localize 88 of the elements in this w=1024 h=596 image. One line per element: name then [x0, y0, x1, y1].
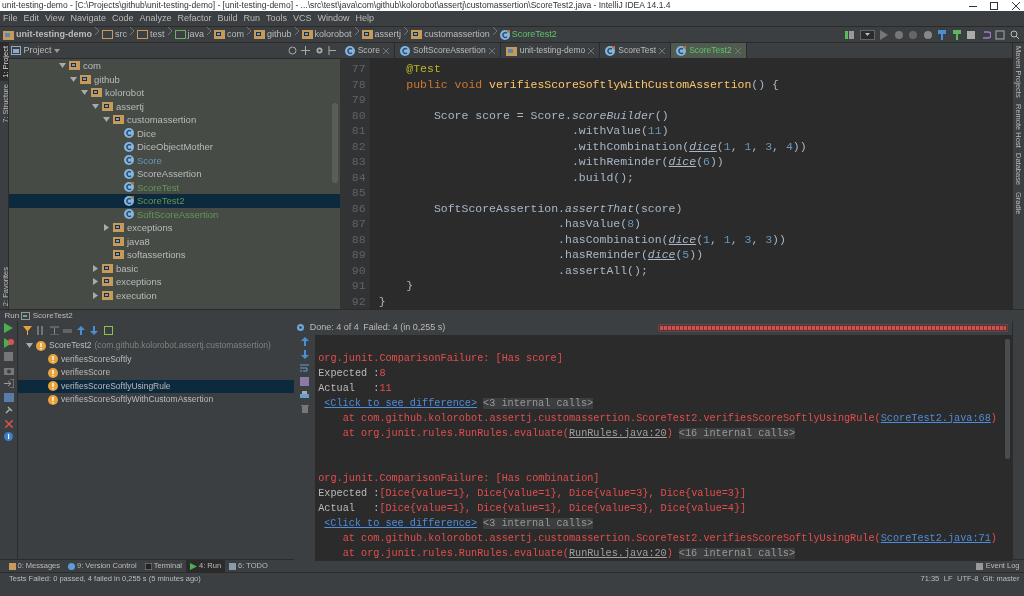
tree-item[interactable]: kolorobot: [9, 86, 340, 100]
menu-item[interactable]: Run: [240, 11, 263, 26]
menu-item[interactable]: Edit: [20, 11, 43, 26]
console-line: at com.github.kolorobot.assertj.customassertion.ScoreTest2.verifiesScoreSoftlyUsingRule(ScoreTest2.java:68): [341, 411, 998, 426]
tree-item[interactable]: Dice: [9, 126, 340, 140]
console-line: at org.junit.rules.RunRules.evaluate(RunRules.java:20) <16 internal calls>: [341, 546, 797, 561]
breadcrumb[interactable]: java: [171, 27, 208, 42]
source-link[interactable]: RunRules.java:20: [568, 427, 667, 439]
code-line: }: [405, 278, 415, 294]
breadcrumb[interactable]: com: [211, 27, 248, 42]
code-line: .withReminder(dice(6)): [570, 154, 725, 170]
code-line: public void verifiesScoreSoftlyWithCustomAssertion() {: [405, 76, 780, 93]
panel-title[interactable]: Project: [23, 43, 52, 58]
test-item[interactable]: verifiesScore: [18, 366, 294, 380]
menu-item[interactable]: Window: [314, 11, 353, 26]
test-item[interactable]: verifiesScoreSoftly: [18, 352, 294, 366]
tree-item[interactable]: com: [9, 59, 340, 73]
test-item[interactable]: ScoreTest2 (com.github.kolorobot.assertj.customassertion): [18, 339, 294, 353]
code-line: SoftScoreAssertion.assertThat(score): [432, 200, 684, 217]
test-item[interactable]: verifiesScoreSoftlyUsingRule: [18, 379, 294, 393]
console-line: at org.junit.rules.RunRules.evaluate(RunRules.java:20) <16 internal calls>: [341, 426, 797, 441]
menu-item[interactable]: File: [0, 11, 21, 26]
breadcrumb[interactable]: unit-testing-demo: [0, 27, 95, 42]
run-summary: Done: 4 of 4: [309, 321, 359, 334]
folded-calls[interactable]: <16 internal calls>: [678, 427, 796, 439]
console-line: Expected :[Dice{value=1}, Dice{value=1}, Dice{value=3}, Dice{value=3}]: [318, 486, 748, 501]
tree-item[interactable]: DiceObjectMother: [9, 140, 340, 154]
breadcrumb[interactable]: src: [99, 27, 130, 42]
code-line: .hasValue(8): [557, 216, 642, 232]
console-line: Actual :11: [318, 381, 393, 396]
menu-item[interactable]: Tools: [263, 11, 291, 26]
breadcrumb[interactable]: test: [134, 27, 168, 42]
menu-item[interactable]: Help: [352, 11, 378, 26]
source-link[interactable]: RunRules.java:20: [568, 547, 667, 559]
editor-tab[interactable]: unit-testing-demo: [500, 43, 601, 58]
run-config-name: ScoreTest2: [32, 309, 73, 322]
console-line: Expected :8: [318, 366, 387, 381]
tree-item[interactable]: ScoreAssertion: [9, 167, 340, 181]
code-line: }: [378, 293, 387, 310]
editor-tab[interactable]: SoftScoreAssertion: [394, 43, 501, 58]
console-line: at com.github.kolorobot.assertj.customassertion.ScoreTest2.verifiesScoreSoftlyUsingRule(ScoreTest2.java:71): [341, 531, 998, 546]
breadcrumb[interactable]: ScoreTest2: [496, 27, 560, 42]
menu-item[interactable]: Refactor: [174, 11, 215, 26]
console-line: org.junit.ComparisonFailure: [Has combination]: [318, 471, 601, 486]
code-line: .hasCombination(dice(1, 1, 3, 3)): [557, 231, 787, 248]
test-item[interactable]: verifiesScoreSoftlyWithCustomAssertion: [18, 393, 294, 407]
breadcrumb[interactable]: kolorobot: [298, 27, 355, 42]
failed-summary: Failed: 4 (in 0,255 s): [363, 321, 446, 334]
menu-item[interactable]: Build: [214, 11, 241, 26]
tree-item[interactable]: softassertions: [9, 248, 340, 262]
tree-item[interactable]: execution: [9, 288, 340, 302]
breadcrumb[interactable]: assertj: [358, 27, 405, 42]
folded-calls[interactable]: <3 internal calls>: [483, 517, 594, 529]
menu-item[interactable]: VCS: [290, 11, 315, 26]
menu-item[interactable]: Navigate: [67, 11, 109, 26]
menu-item[interactable]: Analyze: [136, 11, 175, 26]
tree-item[interactable]: exceptions: [9, 221, 340, 235]
tree-item[interactable]: ScoreTest2: [9, 194, 340, 208]
code-line: @Test: [405, 61, 442, 77]
code-line: Score score = Score.scoreBuilder(): [432, 107, 670, 124]
menu-item[interactable]: Code: [108, 11, 137, 26]
link[interactable]: ScoreTest2.java:68: [880, 412, 991, 424]
code-line: .build();: [570, 169, 635, 186]
tree-item[interactable]: github: [9, 72, 340, 86]
breadcrumb[interactable]: customassertion: [408, 27, 493, 42]
tree-item[interactable]: exceptions: [9, 275, 340, 289]
tree-item[interactable]: Score: [9, 153, 340, 167]
tree-item[interactable]: java8: [9, 234, 340, 248]
folded-calls[interactable]: <3 internal calls>: [483, 397, 594, 409]
tree-item[interactable]: basic: [9, 261, 340, 275]
breadcrumb[interactable]: github: [251, 27, 295, 42]
editor-tab[interactable]: Score: [339, 43, 395, 58]
code-line: .withValue(11): [570, 123, 670, 139]
folded-calls[interactable]: <16 internal calls>: [678, 547, 796, 559]
menu-item[interactable]: View: [42, 11, 68, 26]
code-line: .assertAll();: [557, 262, 649, 279]
code-line: .hasReminder(dice(5)): [557, 247, 705, 263]
code-line: .withCombination(dice(1, 1, 3, 4)): [570, 138, 808, 155]
link[interactable]: <Click to see difference>: [324, 397, 478, 409]
window-title: unit-testing-demo - [C:\Projects\github\unit-testing-demo] - [unit-testing-demo] - ...\src\test\java\com\github\kolorobot\assertj\customassertion\ScoreTest2.java - IntelliJ IDEA 14.1.4: [2, 0, 671, 11]
tree-item[interactable]: customassertion: [9, 113, 340, 127]
link[interactable]: <Click to see difference>: [324, 517, 478, 529]
editor-tab[interactable]: ScoreTest2: [671, 43, 747, 58]
tree-item[interactable]: assertj: [9, 99, 340, 113]
console-line: org.junit.ComparisonFailure: [Has score]: [318, 351, 564, 366]
panel-title: Run: [4, 309, 20, 322]
console-line: Actual :[Dice{value=1}, Dice{value=1}, Dice{value=3}, Dice{value=4}]: [318, 501, 748, 516]
link[interactable]: ScoreTest2.java:71: [880, 532, 991, 544]
